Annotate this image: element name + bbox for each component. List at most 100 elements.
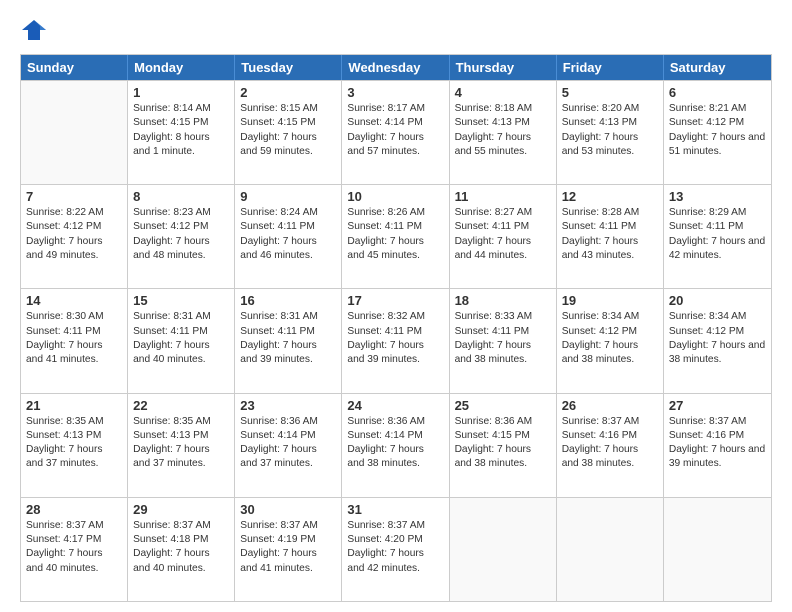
day-header-friday: Friday — [557, 55, 664, 80]
sunrise-text: Sunrise: 8:28 AM — [562, 206, 658, 220]
cal-cell: 26 Sunrise: 8:37 AM Sunset: 4:16 PM Dayl… — [557, 394, 664, 497]
sunrise-text: Sunrise: 8:30 AM — [26, 310, 122, 324]
daylight-text: Daylight: 7 hours and 46 minutes. — [240, 235, 336, 264]
day-number: 5 — [562, 85, 658, 100]
daylight-text: Daylight: 7 hours and 37 minutes. — [240, 443, 336, 472]
sunset-text: Sunset: 4:11 PM — [455, 220, 551, 234]
day-number: 13 — [669, 189, 766, 204]
cal-cell: 9 Sunrise: 8:24 AM Sunset: 4:11 PM Dayli… — [235, 185, 342, 288]
day-header-saturday: Saturday — [664, 55, 771, 80]
daylight-text: Daylight: 7 hours and 39 minutes. — [669, 443, 766, 472]
cal-cell — [21, 81, 128, 184]
cal-cell: 1 Sunrise: 8:14 AM Sunset: 4:15 PM Dayli… — [128, 81, 235, 184]
cal-cell: 6 Sunrise: 8:21 AM Sunset: 4:12 PM Dayli… — [664, 81, 771, 184]
daylight-text: Daylight: 7 hours and 40 minutes. — [133, 339, 229, 368]
sunrise-text: Sunrise: 8:34 AM — [562, 310, 658, 324]
daylight-text: Daylight: 7 hours and 38 minutes. — [562, 339, 658, 368]
calendar: SundayMondayTuesdayWednesdayThursdayFrid… — [20, 54, 772, 602]
daylight-text: Daylight: 7 hours and 53 minutes. — [562, 131, 658, 160]
daylight-text: Daylight: 7 hours and 42 minutes. — [347, 547, 443, 576]
day-header-tuesday: Tuesday — [235, 55, 342, 80]
sunrise-text: Sunrise: 8:35 AM — [133, 415, 229, 429]
day-header-thursday: Thursday — [450, 55, 557, 80]
sunset-text: Sunset: 4:15 PM — [455, 429, 551, 443]
cal-cell: 10 Sunrise: 8:26 AM Sunset: 4:11 PM Dayl… — [342, 185, 449, 288]
sunrise-text: Sunrise: 8:37 AM — [562, 415, 658, 429]
cal-cell: 31 Sunrise: 8:37 AM Sunset: 4:20 PM Dayl… — [342, 498, 449, 601]
day-number: 7 — [26, 189, 122, 204]
day-number: 4 — [455, 85, 551, 100]
sunrise-text: Sunrise: 8:33 AM — [455, 310, 551, 324]
cal-cell: 30 Sunrise: 8:37 AM Sunset: 4:19 PM Dayl… — [235, 498, 342, 601]
sunrise-text: Sunrise: 8:37 AM — [240, 519, 336, 533]
day-number: 19 — [562, 293, 658, 308]
day-number: 31 — [347, 502, 443, 517]
sunrise-text: Sunrise: 8:29 AM — [669, 206, 766, 220]
week-row-2: 14 Sunrise: 8:30 AM Sunset: 4:11 PM Dayl… — [21, 288, 771, 392]
cal-cell — [557, 498, 664, 601]
sunset-text: Sunset: 4:12 PM — [133, 220, 229, 234]
daylight-text: Daylight: 7 hours and 57 minutes. — [347, 131, 443, 160]
day-header-wednesday: Wednesday — [342, 55, 449, 80]
sunset-text: Sunset: 4:14 PM — [347, 116, 443, 130]
sunrise-text: Sunrise: 8:35 AM — [26, 415, 122, 429]
day-number: 12 — [562, 189, 658, 204]
sunset-text: Sunset: 4:11 PM — [347, 220, 443, 234]
daylight-text: Daylight: 7 hours and 39 minutes. — [347, 339, 443, 368]
sunrise-text: Sunrise: 8:21 AM — [669, 102, 766, 116]
day-number: 6 — [669, 85, 766, 100]
day-number: 16 — [240, 293, 336, 308]
daylight-text: Daylight: 7 hours and 38 minutes. — [455, 339, 551, 368]
week-row-3: 21 Sunrise: 8:35 AM Sunset: 4:13 PM Dayl… — [21, 393, 771, 497]
sunset-text: Sunset: 4:19 PM — [240, 533, 336, 547]
sunset-text: Sunset: 4:18 PM — [133, 533, 229, 547]
sunset-text: Sunset: 4:11 PM — [347, 325, 443, 339]
cal-cell: 22 Sunrise: 8:35 AM Sunset: 4:13 PM Dayl… — [128, 394, 235, 497]
day-header-sunday: Sunday — [21, 55, 128, 80]
day-number: 20 — [669, 293, 766, 308]
daylight-text: Daylight: 7 hours and 44 minutes. — [455, 235, 551, 264]
calendar-body: 1 Sunrise: 8:14 AM Sunset: 4:15 PM Dayli… — [21, 80, 771, 601]
day-number: 17 — [347, 293, 443, 308]
cal-cell: 12 Sunrise: 8:28 AM Sunset: 4:11 PM Dayl… — [557, 185, 664, 288]
cal-cell — [450, 498, 557, 601]
daylight-text: Daylight: 7 hours and 40 minutes. — [26, 547, 122, 576]
sunrise-text: Sunrise: 8:18 AM — [455, 102, 551, 116]
cal-cell: 18 Sunrise: 8:33 AM Sunset: 4:11 PM Dayl… — [450, 289, 557, 392]
sunset-text: Sunset: 4:11 PM — [240, 220, 336, 234]
day-number: 9 — [240, 189, 336, 204]
sunrise-text: Sunrise: 8:34 AM — [669, 310, 766, 324]
day-number: 23 — [240, 398, 336, 413]
cal-cell: 16 Sunrise: 8:31 AM Sunset: 4:11 PM Dayl… — [235, 289, 342, 392]
sunrise-text: Sunrise: 8:31 AM — [240, 310, 336, 324]
sunset-text: Sunset: 4:14 PM — [240, 429, 336, 443]
sunrise-text: Sunrise: 8:14 AM — [133, 102, 229, 116]
daylight-text: Daylight: 7 hours and 40 minutes. — [133, 547, 229, 576]
sunset-text: Sunset: 4:17 PM — [26, 533, 122, 547]
daylight-text: Daylight: 7 hours and 37 minutes. — [133, 443, 229, 472]
week-row-1: 7 Sunrise: 8:22 AM Sunset: 4:12 PM Dayli… — [21, 184, 771, 288]
sunset-text: Sunset: 4:11 PM — [26, 325, 122, 339]
cal-cell — [664, 498, 771, 601]
sunrise-text: Sunrise: 8:27 AM — [455, 206, 551, 220]
cal-cell: 2 Sunrise: 8:15 AM Sunset: 4:15 PM Dayli… — [235, 81, 342, 184]
sunset-text: Sunset: 4:11 PM — [455, 325, 551, 339]
day-number: 26 — [562, 398, 658, 413]
sunrise-text: Sunrise: 8:36 AM — [455, 415, 551, 429]
sunset-text: Sunset: 4:11 PM — [562, 220, 658, 234]
day-number: 1 — [133, 85, 229, 100]
daylight-text: Daylight: 7 hours and 38 minutes. — [562, 443, 658, 472]
cal-cell: 4 Sunrise: 8:18 AM Sunset: 4:13 PM Dayli… — [450, 81, 557, 184]
sunrise-text: Sunrise: 8:36 AM — [347, 415, 443, 429]
day-number: 10 — [347, 189, 443, 204]
sunrise-text: Sunrise: 8:26 AM — [347, 206, 443, 220]
sunrise-text: Sunrise: 8:31 AM — [133, 310, 229, 324]
cal-cell: 3 Sunrise: 8:17 AM Sunset: 4:14 PM Dayli… — [342, 81, 449, 184]
sunrise-text: Sunrise: 8:37 AM — [133, 519, 229, 533]
sunrise-text: Sunrise: 8:15 AM — [240, 102, 336, 116]
sunset-text: Sunset: 4:14 PM — [347, 429, 443, 443]
sunset-text: Sunset: 4:12 PM — [26, 220, 122, 234]
sunset-text: Sunset: 4:12 PM — [562, 325, 658, 339]
sunset-text: Sunset: 4:16 PM — [669, 429, 766, 443]
cal-cell: 19 Sunrise: 8:34 AM Sunset: 4:12 PM Dayl… — [557, 289, 664, 392]
